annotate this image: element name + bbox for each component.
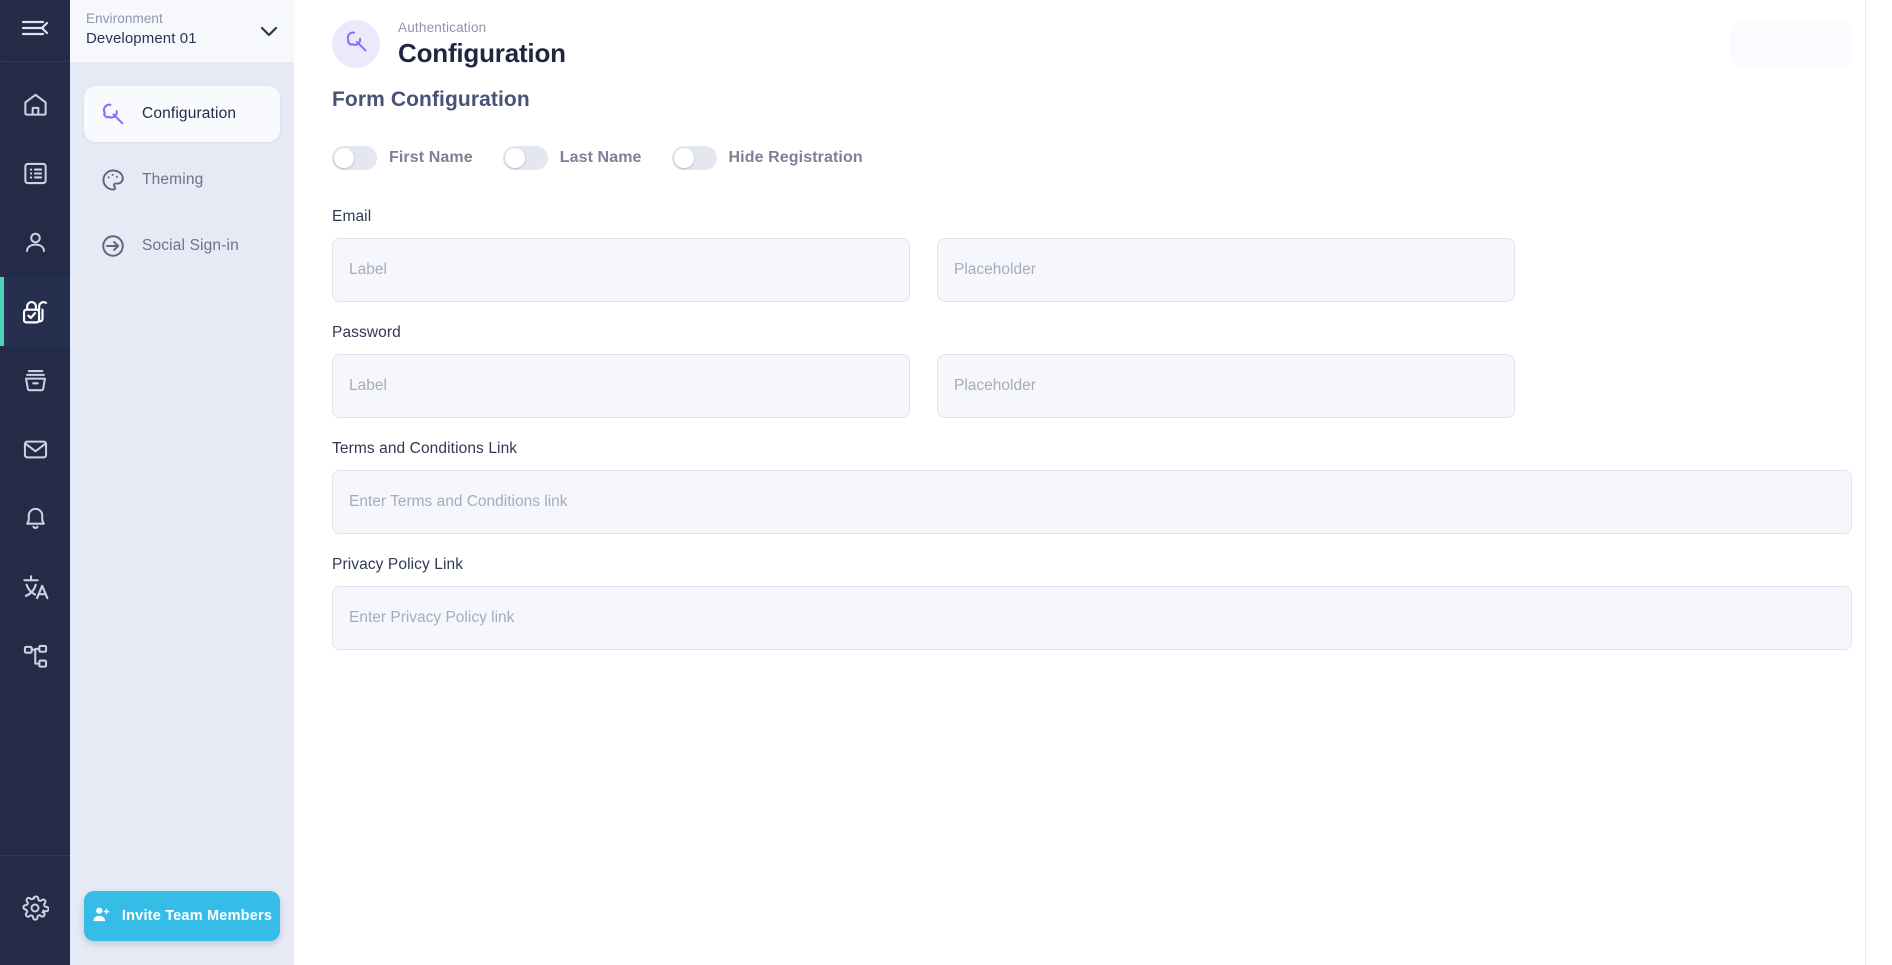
toggle-first-name[interactable] bbox=[332, 146, 377, 170]
password-placeholder-input[interactable] bbox=[937, 354, 1515, 418]
toggle-knob bbox=[334, 148, 354, 168]
toggle-group-first-name: First Name bbox=[332, 146, 473, 170]
sub-sidebar: Environment Development 01 Configuration bbox=[70, 0, 294, 965]
user-icon bbox=[22, 229, 49, 256]
email-placeholder-input[interactable] bbox=[937, 238, 1515, 302]
rail-item-notifications[interactable] bbox=[0, 484, 70, 553]
toggle-label: First Name bbox=[389, 149, 473, 166]
lock-check-icon bbox=[20, 297, 50, 327]
field-block-privacy-link: Privacy Policy Link bbox=[332, 556, 1852, 650]
main-panel: Authentication Configuration Save Form C… bbox=[294, 0, 1892, 965]
toggle-label: Last Name bbox=[559, 149, 642, 166]
toggle-knob bbox=[673, 148, 694, 168]
sidebar-item-label: Social Sign-in bbox=[142, 237, 239, 254]
terms-and-conditions-link-input[interactable] bbox=[332, 470, 1852, 534]
section-title: Form Configuration bbox=[332, 88, 530, 111]
rail-icon-list bbox=[0, 62, 70, 855]
email-label-input[interactable] bbox=[332, 238, 910, 302]
field-label-password: Password bbox=[332, 324, 401, 341]
wrench-icon bbox=[98, 101, 128, 127]
translate-icon bbox=[21, 573, 50, 602]
rail-item-authentication[interactable] bbox=[0, 277, 70, 346]
field-block-email: Email bbox=[332, 208, 1852, 302]
field-label-privacy-link: Privacy Policy Link bbox=[332, 556, 464, 573]
bell-icon bbox=[22, 505, 49, 532]
gear-icon bbox=[21, 894, 50, 927]
list-icon bbox=[22, 160, 49, 187]
palette-icon bbox=[98, 167, 128, 193]
mail-icon bbox=[22, 436, 49, 463]
toggle-row: First Name Last Name Hide Registration bbox=[332, 146, 1852, 170]
page-header-icon-badge bbox=[332, 20, 380, 68]
page-title: Configuration bbox=[398, 38, 566, 68]
menu-collapse-icon bbox=[21, 18, 49, 43]
icon-rail bbox=[0, 0, 70, 965]
field-label-email: Email bbox=[332, 208, 372, 225]
sidebar-item-configuration[interactable]: Configuration bbox=[84, 86, 280, 142]
environment-selector[interactable]: Environment Development 01 bbox=[70, 0, 294, 62]
app-root: Environment Development 01 Configuration bbox=[0, 0, 1892, 965]
environment-label: Environment bbox=[86, 11, 163, 26]
page-header-text: Authentication Configuration bbox=[398, 19, 566, 69]
privacy-policy-link-input[interactable] bbox=[332, 586, 1852, 650]
chevron-down-icon[interactable] bbox=[260, 24, 278, 42]
field-block-password: Password bbox=[332, 324, 1852, 418]
field-block-terms-link: Terms and Conditions Link bbox=[332, 440, 1852, 534]
save-button[interactable]: Save bbox=[1730, 22, 1852, 66]
wrench-icon bbox=[344, 29, 369, 59]
sidebar-item-label: Configuration bbox=[142, 105, 237, 122]
environment-value: Development 01 bbox=[86, 30, 197, 47]
sub-sidebar-list: Configuration Theming Social Sign-in bbox=[70, 62, 294, 891]
rail-collapse-button[interactable] bbox=[0, 0, 70, 62]
toggle-knob bbox=[504, 148, 525, 168]
right-divider bbox=[1865, 0, 1866, 965]
arrow-circle-right-icon bbox=[98, 233, 128, 259]
rail-item-home[interactable] bbox=[0, 70, 70, 139]
password-label-input[interactable] bbox=[332, 354, 910, 418]
toggle-group-hide-registration: Hide Registration bbox=[671, 146, 863, 170]
breadcrumb: Authentication bbox=[398, 20, 487, 35]
invite-team-members-button[interactable]: Invite Team Members bbox=[84, 891, 280, 941]
toggle-group-last-name: Last Name bbox=[502, 146, 642, 170]
toggle-label: Hide Registration bbox=[728, 149, 863, 166]
rail-item-users[interactable] bbox=[0, 208, 70, 277]
invite-section: Invite Team Members bbox=[70, 891, 294, 965]
rail-item-list[interactable] bbox=[0, 139, 70, 208]
user-plus-icon bbox=[92, 905, 111, 927]
archive-box-icon bbox=[22, 367, 49, 394]
rail-item-settings[interactable] bbox=[0, 855, 70, 965]
page-header: Authentication Configuration Save bbox=[294, 0, 1892, 88]
toggle-hide-registration[interactable] bbox=[671, 146, 717, 170]
rail-item-archive[interactable] bbox=[0, 346, 70, 415]
invite-team-members-label: Invite Team Members bbox=[121, 908, 273, 924]
rail-item-mail[interactable] bbox=[0, 415, 70, 484]
sidebar-item-label: Theming bbox=[142, 171, 204, 188]
home-icon bbox=[22, 91, 49, 118]
sitemap-icon bbox=[22, 643, 49, 670]
rail-item-flows[interactable] bbox=[0, 622, 70, 691]
form-content: Form Configuration First Name Last Name bbox=[294, 88, 1892, 965]
sidebar-item-theming[interactable]: Theming bbox=[84, 152, 280, 208]
sidebar-item-social-signin[interactable]: Social Sign-in bbox=[84, 218, 280, 274]
rail-item-localization[interactable] bbox=[0, 553, 70, 622]
toggle-last-name[interactable] bbox=[502, 146, 548, 170]
field-label-terms-link: Terms and Conditions Link bbox=[332, 440, 518, 457]
